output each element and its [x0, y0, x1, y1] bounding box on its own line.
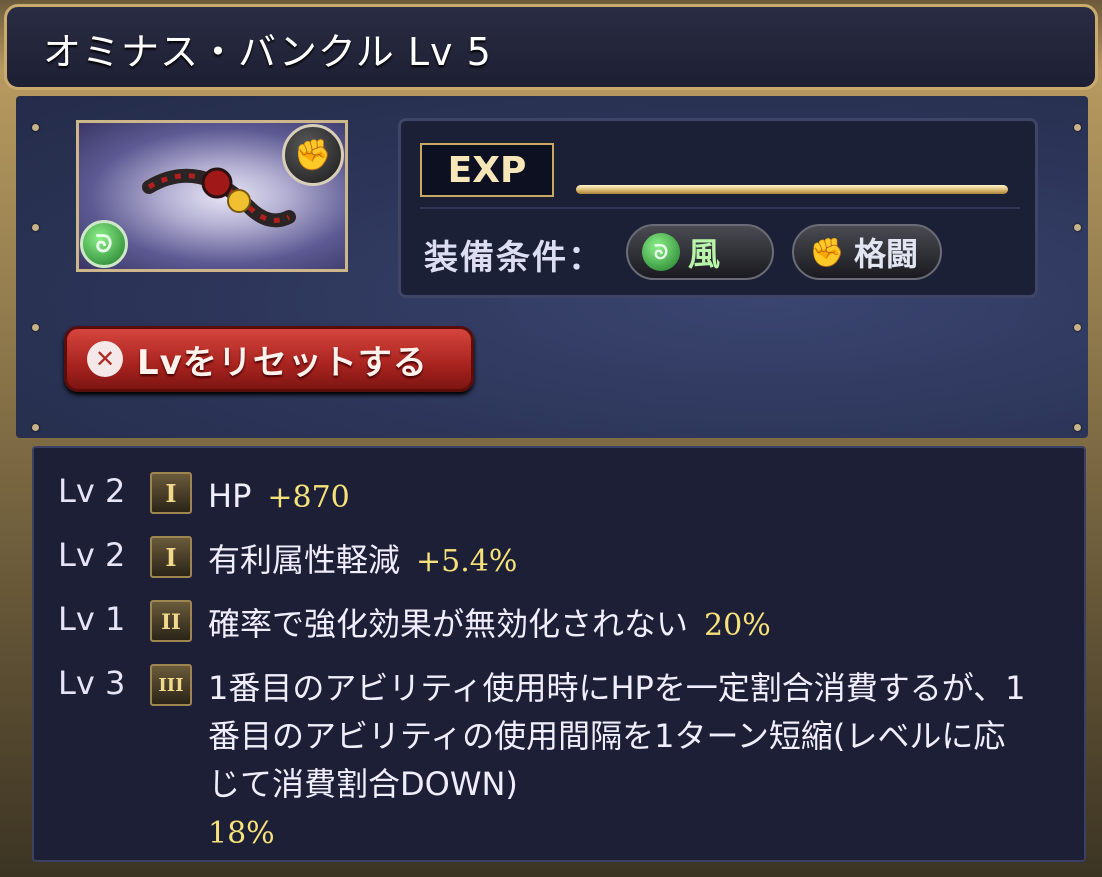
skill-level: Lv 3 — [58, 664, 126, 702]
rivet — [1074, 224, 1081, 231]
bangle-item-icon — [142, 167, 296, 228]
element-wind-icon: ᘐ — [80, 220, 128, 268]
rivet — [32, 124, 39, 131]
title-bar: オミナス・バンクル Lv 5 — [4, 4, 1098, 90]
skill-row: Lv 2 I 有利属性軽減 +5.4% — [58, 536, 1028, 586]
skill-level: Lv 2 — [58, 472, 126, 510]
rivet — [32, 424, 39, 431]
close-icon: ✕ — [87, 341, 123, 377]
skill-row: Lv 1 II 確率で強化効果が無効化されない 20% — [58, 600, 1028, 650]
skill-level: Lv 2 — [58, 536, 126, 574]
equip-element-text: 風 — [688, 235, 721, 273]
skill-name: HP — [208, 477, 252, 515]
skill-row: Lv 2 I HP +870 — [58, 472, 1028, 522]
skill-rank-badge: III — [150, 664, 192, 706]
weapon-type-fist-icon: ✊ — [282, 124, 344, 186]
skill-name: 有利属性軽減 — [208, 541, 401, 579]
equip-weapon-badge: ✊ 格闘 — [792, 224, 942, 280]
rivet — [1074, 124, 1081, 131]
skill-value: 18% — [208, 816, 275, 851]
skill-rank-badge: I — [150, 472, 192, 514]
reset-level-button[interactable]: ✕ Lvをリセットする — [64, 326, 474, 392]
skill-level: Lv 1 — [58, 600, 126, 638]
divider — [420, 207, 1020, 209]
skill-description: 有利属性軽減 +5.4% — [208, 536, 1028, 586]
skill-value: +5.4% — [416, 544, 518, 579]
wind-icon: ᘐ — [642, 233, 680, 271]
rivet — [32, 224, 39, 231]
skill-description: HP +870 — [208, 472, 1028, 522]
rivet — [1074, 324, 1081, 331]
skill-description: 確率で強化効果が無効化されない 20% — [208, 600, 1028, 650]
fist-icon: ✊ — [809, 235, 845, 269]
skill-rank-badge: I — [150, 536, 192, 578]
rivet — [32, 324, 39, 331]
skill-description: 1番目のアビリティ使用時にHPを一定割合消費するが、1番目のアビリティの使用間隔… — [208, 664, 1028, 858]
exp-label: EXP — [420, 143, 554, 197]
skill-name: 確率で強化効果が無効化されない — [208, 605, 689, 643]
skill-value: +870 — [267, 480, 350, 515]
skill-row: Lv 3 III 1番目のアビリティ使用時にHPを一定割合消費するが、1番目のア… — [58, 664, 1028, 858]
item-title: オミナス・バンクル Lv 5 — [43, 30, 492, 74]
skill-name: 1番目のアビリティ使用時にHPを一定割合消費するが、1番目のアビリティの使用間隔… — [208, 669, 1026, 803]
skill-rank-badge: II — [150, 600, 192, 642]
equip-element-badge: ᘐ 風 — [626, 224, 774, 280]
reset-level-label: Lvをリセットする — [137, 342, 428, 383]
rivet — [1074, 424, 1081, 431]
skill-value: 20% — [704, 608, 771, 643]
equip-weapon-text: 格闘 — [854, 235, 919, 273]
exp-progress-bar — [576, 185, 1008, 194]
equip-condition-label: 装備条件： — [424, 238, 604, 278]
